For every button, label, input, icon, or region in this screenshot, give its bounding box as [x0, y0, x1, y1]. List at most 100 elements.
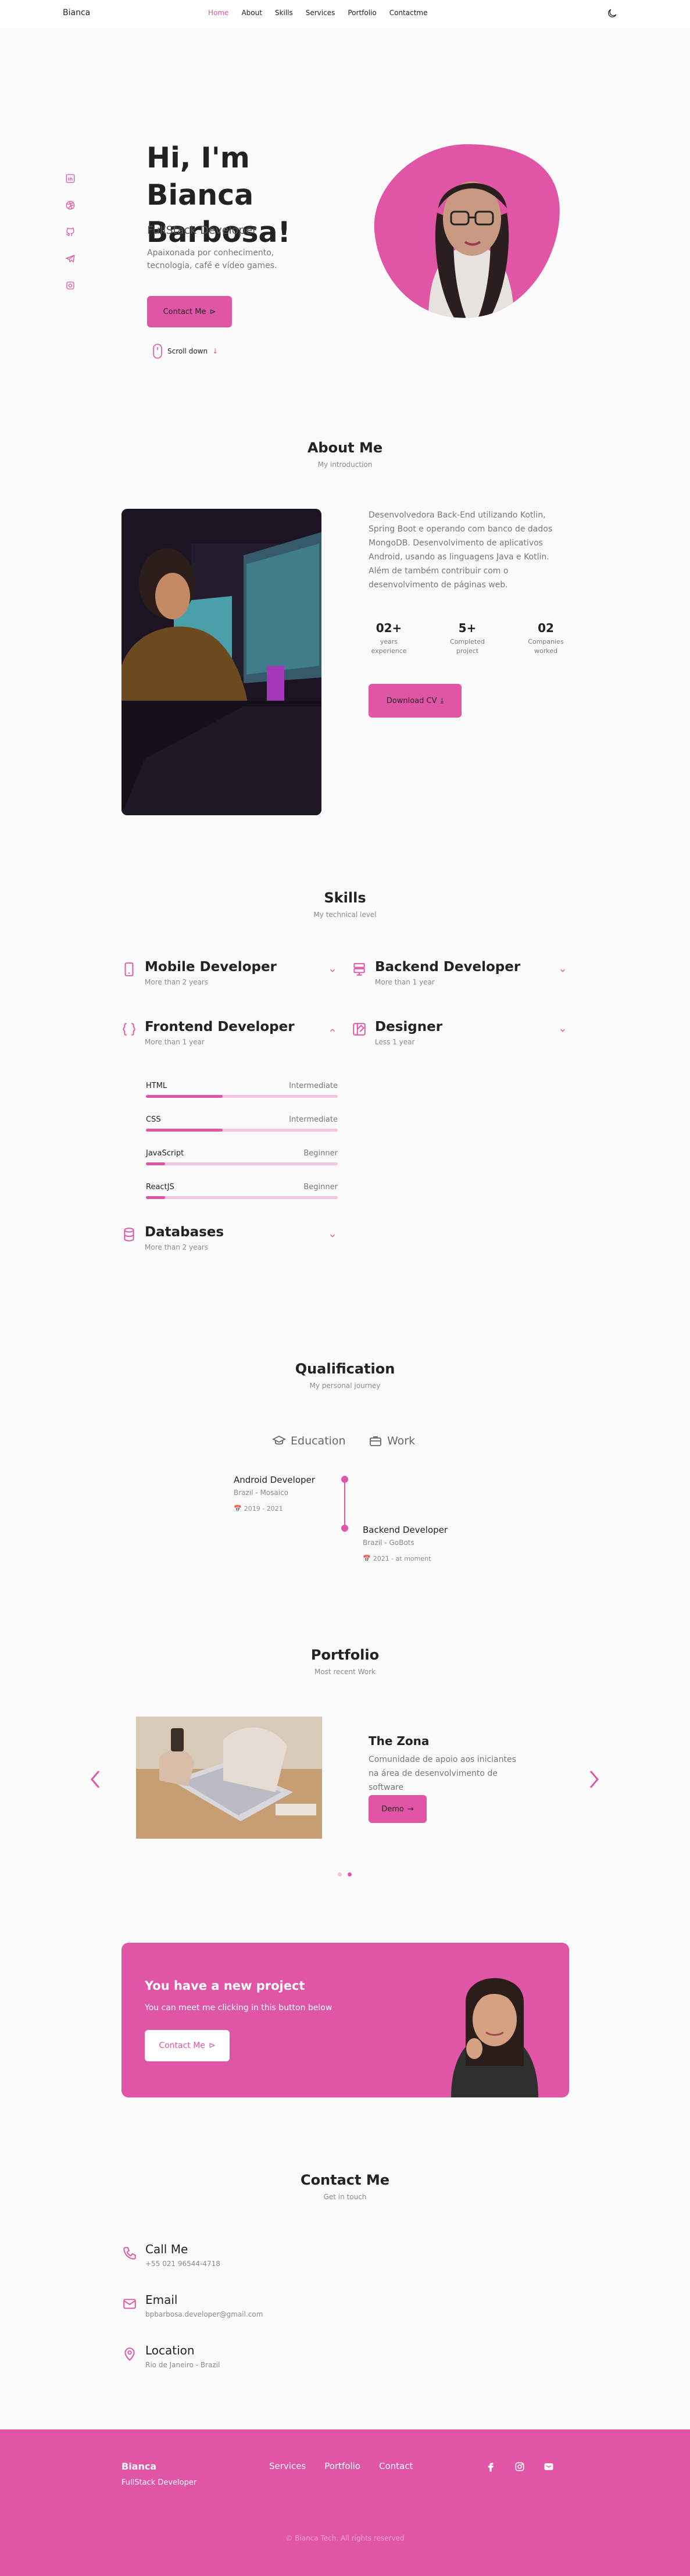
nav-contactme[interactable]: Contactme [389, 9, 428, 17]
skill-name: ReactJS [146, 1183, 174, 1191]
twitter-icon[interactable] [543, 2461, 555, 2472]
skill-group-subtitle: More than 2 years [145, 978, 209, 986]
nav-services[interactable]: Services [306, 9, 335, 17]
footer-role: FullStack Developer [121, 2478, 197, 2487]
skill-bar-fill [146, 1162, 165, 1165]
stat-companies: 02 Companies worked [514, 621, 578, 656]
new-project-banner: You have a new project You can meet me c… [121, 1943, 569, 2097]
hero-profile-image [374, 144, 560, 318]
contact-item-phone[interactable]: Call Me +55 021 96544-4718 [122, 2242, 220, 2268]
calendar-icon: 📅 [234, 1505, 242, 1512]
send-icon: ⊳ [208, 2041, 216, 2050]
stat-label-line2: project [456, 647, 479, 655]
tab-work[interactable]: Work [369, 1434, 415, 1448]
skill-bar-css: CSS Intermediate [146, 1115, 338, 1132]
skill-bar-track [146, 1129, 338, 1132]
footer-link-contact[interactable]: Contact [379, 2461, 413, 2471]
social-links [65, 173, 76, 291]
contact-item-email[interactable]: Email bpbarbosa.developer@gmail.com [122, 2293, 263, 2318]
nav-portfolio[interactable]: Portfolio [348, 9, 376, 17]
arrow-right-small-icon: → [407, 1804, 414, 1814]
arrow-down-icon: ↓ [212, 347, 219, 355]
chevron-down-icon[interactable] [559, 1026, 567, 1034]
skill-bar-javascript: JavaScript Beginner [146, 1149, 338, 1165]
slider-dot[interactable] [338, 1872, 342, 1876]
calendar-icon: 📅 [363, 1555, 371, 1562]
chevron-down-icon[interactable] [559, 966, 567, 975]
skill-mobile-header[interactable]: Mobile Developer More than 2 years [121, 959, 337, 986]
footer-links: Services Portfolio Contact [269, 2461, 413, 2471]
skill-group-subtitle: More than 2 years [145, 1243, 209, 1251]
smartphone-icon [124, 962, 134, 976]
github-icon[interactable] [65, 227, 76, 237]
skill-bar-fill [146, 1129, 223, 1132]
contact-item-value: +55 021 96544-4718 [145, 2260, 220, 2268]
tab-education[interactable]: Education [272, 1434, 346, 1448]
qualification-subtitle: My personal journey [309, 1382, 381, 1390]
stat-projects: 5+ Completed project [435, 621, 499, 656]
contact-title: Contact Me [300, 2172, 390, 2188]
moon-icon[interactable] [606, 8, 618, 19]
stat-number: 02 [538, 621, 554, 635]
skill-databases-header[interactable]: Databases More than 2 years [121, 1225, 337, 1251]
qualification-item-date: 2021 - at moment [373, 1555, 431, 1562]
brand-logo[interactable]: Bianca [63, 8, 90, 17]
footer: Bianca FullStack Developer Services Port… [0, 2429, 690, 2576]
project-description: Comunidade de apoio aos iniciantes na ár… [369, 1755, 516, 1792]
instagram-icon[interactable] [514, 2461, 525, 2472]
chevron-down-icon[interactable] [328, 1232, 337, 1240]
nav-about[interactable]: About [241, 9, 262, 17]
skills-title: Skills [324, 890, 366, 906]
timeline-line [344, 1480, 345, 1530]
banner-contact-button[interactable]: Contact Me ⊳ [145, 2030, 230, 2061]
download-cv-button[interactable]: Download CV ⤓ [369, 684, 462, 718]
skill-backend-header[interactable]: Backend Developer More than 1 year [352, 959, 567, 986]
instagram-icon[interactable] [65, 280, 76, 291]
skill-level: Beginner [303, 1183, 338, 1191]
arrow-right-icon[interactable] [586, 1768, 601, 1791]
skill-bar-html: HTML Intermediate [146, 1082, 338, 1098]
qualification-item-place: Brazil - GoBots [363, 1539, 414, 1547]
qualification-item-date: 2019 - 2021 [244, 1505, 283, 1512]
hero-description: Apaixonada por conhecimento, tecnologia,… [147, 248, 277, 270]
nav-home[interactable]: Home [208, 9, 228, 17]
skill-name: HTML [146, 1082, 167, 1090]
stat-label-line1: Completed [450, 638, 485, 645]
portfolio-image [136, 1717, 322, 1839]
footer-link-portfolio[interactable]: Portfolio [324, 2461, 360, 2471]
qualification-item-date-row: 📅 2019 - 2021 [234, 1505, 315, 1512]
qualification-item-date-row: 📅 2021 - at moment [363, 1555, 448, 1562]
project-title: The Zona [369, 1734, 430, 1748]
demo-button[interactable]: Demo → [369, 1795, 427, 1823]
chevron-down-icon[interactable] [328, 966, 337, 975]
banner-contact-label: Contact Me [159, 2041, 205, 2050]
nav-skills[interactable]: Skills [275, 9, 293, 17]
footer-name: Bianca [121, 2461, 157, 2472]
scroll-down-link[interactable]: Scroll down ↓ [152, 343, 218, 359]
skill-group-subtitle: More than 1 year [375, 978, 435, 986]
graduation-cap-icon [272, 1435, 286, 1445]
map-pin-icon [124, 2347, 135, 2361]
chevron-up-icon[interactable] [328, 1026, 337, 1034]
download-cv-label: Download CV [386, 696, 437, 705]
arrow-left-icon[interactable] [88, 1768, 103, 1791]
skill-designer-header[interactable]: Designer Less 1 year [352, 1019, 567, 1046]
skill-group-subtitle: More than 1 year [145, 1038, 205, 1046]
skill-frontend-header[interactable]: Frontend Developer More than 1 year [121, 1019, 337, 1046]
skill-group-subtitle: Less 1 year [375, 1038, 415, 1046]
facebook-icon[interactable] [485, 2461, 496, 2472]
linkedin-icon[interactable] [65, 173, 76, 184]
footer-link-services[interactable]: Services [269, 2461, 306, 2471]
tab-work-label: Work [387, 1435, 416, 1447]
dribbble-icon[interactable] [65, 200, 76, 210]
download-icon: ⤓ [440, 696, 444, 705]
stat-label-line1: years [380, 638, 398, 645]
hero-contact-button[interactable]: Contact Me ⊳ [147, 296, 232, 327]
footer-copyright: © Bianca Tech. All rights reserved [285, 2534, 405, 2542]
telegram-icon[interactable] [65, 254, 76, 264]
stat-label-line2: worked [534, 647, 557, 655]
briefcase-icon [370, 1436, 381, 1446]
contact-item-location[interactable]: Location Rio de Janeiro - Brazil [122, 2343, 220, 2369]
slider-dot-active[interactable] [348, 1872, 352, 1876]
send-icon: ⊳ [209, 307, 216, 316]
